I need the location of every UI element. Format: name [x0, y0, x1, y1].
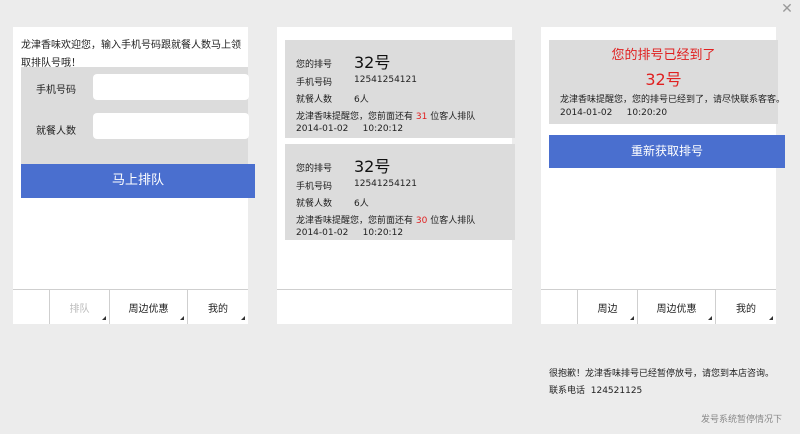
- queue-form-panel: 龙津香味欢迎您，输入手机号码跟就餐人数马上领取排队号哦！ 手机号码 就餐人数 马…: [13, 27, 255, 324]
- diners-value: 6人: [354, 199, 369, 209]
- nav-item-mine[interactable]: 我的: [716, 290, 776, 324]
- nav-item-blank[interactable]: [541, 290, 578, 324]
- diners-input[interactable]: [93, 113, 249, 139]
- ticket-card: 您的排号 32号 手机号码 12541254121 就餐人数 6人 龙津香味提醒…: [285, 144, 515, 240]
- queue-number: 32号: [354, 53, 391, 72]
- queue-reached-panel: 您的排号已经到了 32号 龙津香味提醒您，您的排号已经到了，请尽快联系客客。 2…: [541, 27, 785, 324]
- queue-label: 您的排号: [296, 164, 333, 174]
- bottom-nav: [277, 289, 512, 324]
- reached-message: 龙津香味提醒您，您的排号已经到了，请尽快联系客客。: [560, 95, 786, 105]
- reached-number: 32号: [645, 70, 682, 89]
- nav-item-label: 周边优惠: [128, 303, 169, 315]
- phone-value: 12541254121: [354, 75, 417, 85]
- nav-item-label: 我的: [208, 303, 228, 315]
- queue-status-panel: 您的排号 32号 手机号码 12541254121 就餐人数 6人 龙津香味提醒…: [277, 27, 515, 324]
- corner-triangle-icon: [769, 316, 773, 320]
- phone-value: 12541254121: [354, 179, 417, 189]
- phone-label: 手机号码: [296, 182, 333, 192]
- nav-item-nearby-deals[interactable]: 周边优惠: [110, 290, 188, 324]
- diners-label: 就餐人数: [296, 95, 333, 105]
- diners-value: 6人: [354, 95, 369, 105]
- ahead-message: 龙津香味提醒您，您前面还有 31 位客人排队: [296, 112, 476, 122]
- nav-item-queue[interactable]: 排队: [50, 290, 110, 324]
- timestamp: 2014-01-02 10:20:12: [296, 228, 404, 238]
- timestamp: 2014-01-02 10:20:20: [560, 108, 668, 118]
- phone-label: 手机号码: [36, 85, 76, 96]
- contact-phone: 联系电话 124521125: [549, 386, 643, 396]
- diners-label: 就餐人数: [36, 126, 76, 137]
- form-box: 手机号码 就餐人数: [21, 67, 249, 171]
- timestamp: 2014-01-02 10:20:12: [296, 124, 404, 134]
- nav-item-nearby[interactable]: 周边: [578, 290, 638, 324]
- footer-caption: 发号系统暂停情况下: [700, 415, 782, 425]
- phone-input[interactable]: [93, 74, 249, 100]
- bottom-nav: 排队 周边优惠 我的: [13, 289, 248, 324]
- nav-item-label: 周边: [597, 303, 618, 315]
- reached-card: 您的排号已经到了 32号 龙津香味提醒您，您的排号已经到了，请尽快联系客客。 2…: [549, 40, 785, 124]
- ticket-card: 您的排号 32号 手机号码 12541254121 就餐人数 6人 龙津香味提醒…: [285, 40, 515, 138]
- reached-title: 您的排号已经到了: [611, 48, 716, 63]
- corner-triangle-icon: [708, 316, 712, 320]
- queue-number: 32号: [354, 157, 391, 176]
- ahead-count: 31: [415, 112, 428, 122]
- corner-triangle-icon: [180, 316, 184, 320]
- suspend-notice: 很抱歉！龙津香味排号已经暂停放号，请您到本店咨询。: [549, 369, 775, 379]
- corner-triangle-icon: [630, 316, 634, 320]
- queue-now-button[interactable]: 马上排队: [21, 164, 255, 198]
- refresh-number-button[interactable]: 重新获取排号: [549, 135, 785, 168]
- bottom-nav: 周边 周边优惠 我的: [541, 289, 776, 324]
- close-icon[interactable]: ✕: [780, 2, 794, 16]
- nav-item-blank[interactable]: [13, 290, 50, 324]
- queue-label: 您的排号: [296, 60, 333, 70]
- ahead-message: 龙津香味提醒您，您前面还有 30 位客人排队: [296, 216, 476, 226]
- nav-item-label: 我的: [736, 303, 756, 315]
- diners-label: 就餐人数: [296, 199, 333, 209]
- ahead-count: 30: [415, 216, 428, 226]
- nav-item-label: 排队: [69, 303, 90, 315]
- phone-label: 手机号码: [296, 78, 333, 88]
- corner-triangle-icon: [241, 316, 245, 320]
- nav-item-nearby-deals[interactable]: 周边优惠: [638, 290, 716, 324]
- nav-item-mine[interactable]: 我的: [188, 290, 248, 324]
- nav-item-label: 周边优惠: [656, 303, 697, 315]
- corner-triangle-icon: [102, 316, 106, 320]
